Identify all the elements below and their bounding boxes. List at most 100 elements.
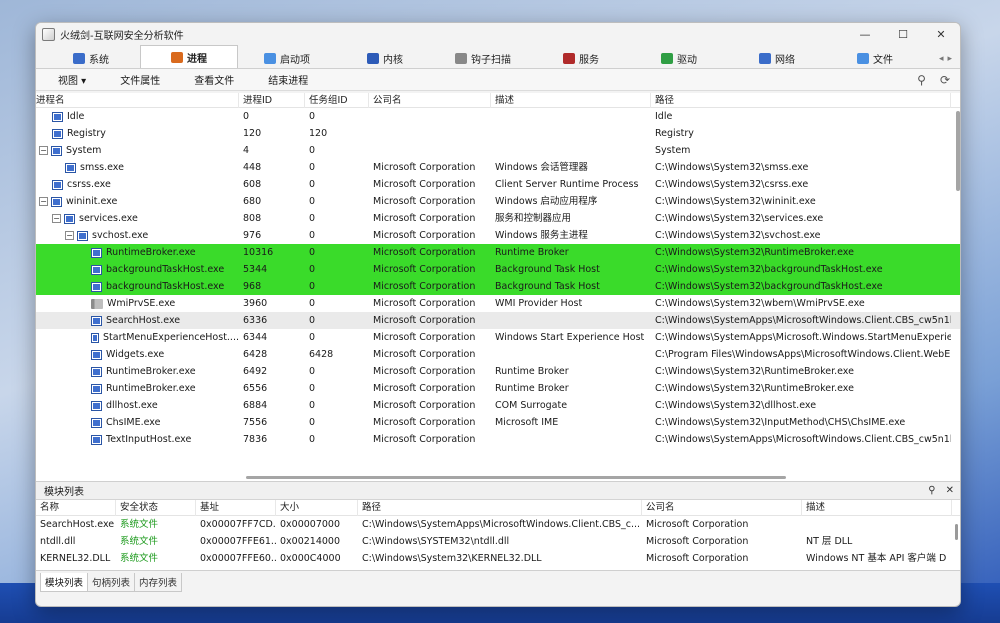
table-row[interactable]: Widgets.exe 6428 6428 Microsoft Corporation…: [36, 346, 960, 363]
col-path[interactable]: 路径: [651, 93, 951, 108]
process-icon: [91, 247, 102, 258]
driver-icon: [661, 52, 673, 64]
tab-monitor[interactable]: 系统: [42, 48, 140, 68]
module-row[interactable]: KERNEL32.DLL 系统文件 0x00007FFE60... 0x000C400…: [36, 550, 960, 567]
col-security-status[interactable]: 安全状态: [116, 500, 196, 516]
module-sec: 系统文件: [120, 536, 159, 547]
find-icon[interactable]: ⚲: [917, 73, 926, 87]
table-row[interactable]: smss.exe 448 0 Microsoft Corporation Windows…: [36, 159, 960, 176]
col-module-company[interactable]: 公司名: [642, 500, 802, 516]
table-row[interactable]: backgroundTaskHost.exe 968 0 Microsoft Corp…: [36, 278, 960, 295]
process-pid: 6556: [243, 383, 268, 394]
col-base-address[interactable]: 基址: [196, 500, 276, 516]
window-title: 火绒剑-互联网安全分析软件: [60, 30, 184, 42]
module-table: 名称 安全状态 基址 大小 路径 公司名 描述 SearchHost.exe 系统文件 0x00…: [36, 500, 960, 571]
maximize-button[interactable]: ☐: [884, 23, 922, 45]
table-row[interactable]: StartMenuExperienceHost.... 6344 0 Microsof…: [36, 329, 960, 346]
tab-startup[interactable]: 启动项: [238, 48, 336, 68]
table-row[interactable]: − wininit.exe 680 0 Microsoft Corporation Win…: [36, 193, 960, 210]
col-pid[interactable]: 进程ID: [239, 93, 305, 108]
process-name-cell: RuntimeBroker.exe: [36, 244, 239, 261]
file-properties-menu[interactable]: 文件属性: [120, 72, 160, 87]
monitor-icon: [73, 52, 85, 64]
close-button[interactable]: ✕: [922, 23, 960, 45]
view-menu[interactable]: 视图 ▾: [58, 72, 86, 87]
process-path: C:\Windows\System32\svchost.exe: [655, 230, 821, 241]
table-row[interactable]: dllhost.exe 6884 0 Microsoft Corporation COM…: [36, 397, 960, 414]
collapse-toggle-icon[interactable]: −: [39, 146, 48, 155]
tab-service[interactable]: 服务: [532, 48, 630, 68]
table-row[interactable]: csrss.exe 608 0 Microsoft Corporation Client…: [36, 176, 960, 193]
table-row[interactable]: − services.exe 808 0 Microsoft Corporation 服务…: [36, 210, 960, 227]
module-desc: NT 层 DLL: [806, 536, 853, 547]
tab-module-list[interactable]: 模块列表: [40, 573, 89, 592]
col-module-name[interactable]: 名称: [36, 500, 116, 516]
table-row[interactable]: backgroundTaskHost.exe 5344 0 Microsoft Cor…: [36, 261, 960, 278]
process-icon: [64, 213, 75, 224]
table-row[interactable]: Registry 120 120 Registry: [36, 125, 960, 142]
module-vertical-scrollbar[interactable]: [955, 524, 958, 540]
col-size[interactable]: 大小: [276, 500, 358, 516]
table-row[interactable]: RuntimeBroker.exe 6492 0 Microsoft Corporat…: [36, 363, 960, 380]
process-name-cell: TextInputHost.exe: [36, 431, 239, 448]
tab-memory-list[interactable]: 内存列表: [134, 573, 183, 592]
process-description: [491, 431, 651, 448]
table-row[interactable]: − System 4 0 System: [36, 142, 960, 159]
table-row[interactable]: RuntimeBroker.exe 10316 0 Microsoft Corpora…: [36, 244, 960, 261]
collapse-toggle-icon[interactable]: −: [52, 214, 61, 223]
table-row[interactable]: ChsIME.exe 7556 0 Microsoft Corporation Micr…: [36, 414, 960, 431]
hook-icon: [455, 52, 467, 64]
col-process-name[interactable]: 进程名: [36, 93, 239, 108]
process-company: Microsoft Corporation: [373, 383, 476, 394]
collapse-toggle-icon[interactable]: −: [65, 231, 74, 240]
col-company[interactable]: 公司名: [369, 93, 491, 108]
table-row[interactable]: − svchost.exe 976 0 Microsoft Corporation Win…: [36, 227, 960, 244]
col-task-group-id[interactable]: 任务组ID: [305, 93, 369, 108]
tab-label: 文件: [873, 54, 893, 66]
tab-file[interactable]: 文件: [826, 48, 924, 68]
process-description: Runtime Broker: [495, 383, 569, 394]
table-row[interactable]: RuntimeBroker.exe 6556 0 Microsoft Corporat…: [36, 380, 960, 397]
end-process-menu[interactable]: 结束进程: [268, 72, 308, 87]
process-pid: 808: [243, 213, 262, 224]
table-row[interactable]: TextInputHost.exe 7836 0 Microsoft Corporat…: [36, 431, 960, 448]
table-row[interactable]: SearchHost.exe 6336 0 Microsoft Corporation…: [36, 312, 960, 329]
table-row[interactable]: WmiPrvSE.exe 3960 0 Microsoft Corporation WM…: [36, 295, 960, 312]
process-name-cell: dllhost.exe: [36, 397, 239, 414]
view-file-menu[interactable]: 查看文件: [194, 72, 234, 87]
process-icon: [77, 230, 88, 241]
col-module-path[interactable]: 路径: [358, 500, 642, 516]
process-task-group-id: 0: [309, 145, 316, 156]
tab-kernel[interactable]: 内核: [336, 48, 434, 68]
col-description[interactable]: 描述: [491, 93, 651, 108]
process-path: C:\Windows\System32\dllhost.exe: [655, 400, 817, 411]
refresh-icon[interactable]: ⟳: [940, 73, 950, 87]
process-description: Runtime Broker: [495, 247, 569, 258]
tab-driver[interactable]: 驱动: [630, 48, 728, 68]
process-vertical-scrollbar[interactable]: [956, 111, 960, 191]
tab-hook[interactable]: 钩子扫描: [434, 48, 532, 68]
tab-network[interactable]: 网络: [728, 48, 826, 68]
panel-close-icon[interactable]: ✕: [946, 485, 954, 496]
module-row[interactable]: SearchHost.exe 系统文件 0x00007FF7CD... 0x00007…: [36, 516, 960, 533]
collapse-toggle-icon[interactable]: −: [39, 197, 48, 206]
module-company: Microsoft Corporation: [646, 519, 749, 530]
pin-icon[interactable]: ⚲: [928, 485, 935, 496]
process-name-cell: − svchost.exe: [36, 227, 239, 244]
tab-process[interactable]: 进程: [140, 45, 238, 68]
tab-handle-list[interactable]: 句柄列表: [87, 573, 136, 592]
process-name: dllhost.exe: [106, 400, 158, 411]
tab-scroll-arrows[interactable]: ◂▸: [939, 54, 956, 64]
process-name: Widgets.exe: [106, 349, 165, 360]
process-name: ChsIME.exe: [106, 417, 161, 428]
tab-label: 钩子扫描: [471, 54, 511, 66]
process-task-group-id: 120: [309, 128, 328, 139]
minimize-button[interactable]: —: [846, 23, 884, 45]
process-horizontal-scrollbar[interactable]: [246, 476, 786, 479]
process-name-cell: Registry: [36, 125, 239, 142]
col-module-description[interactable]: 描述: [802, 500, 952, 516]
table-row[interactable]: Idle 0 0 Idle: [36, 108, 960, 125]
module-row[interactable]: ntdll.dll 系统文件 0x00007FFE61... 0x00214000 C:…: [36, 533, 960, 550]
process-name-cell: SearchHost.exe: [36, 312, 239, 329]
module-company: Microsoft Corporation: [646, 553, 749, 564]
